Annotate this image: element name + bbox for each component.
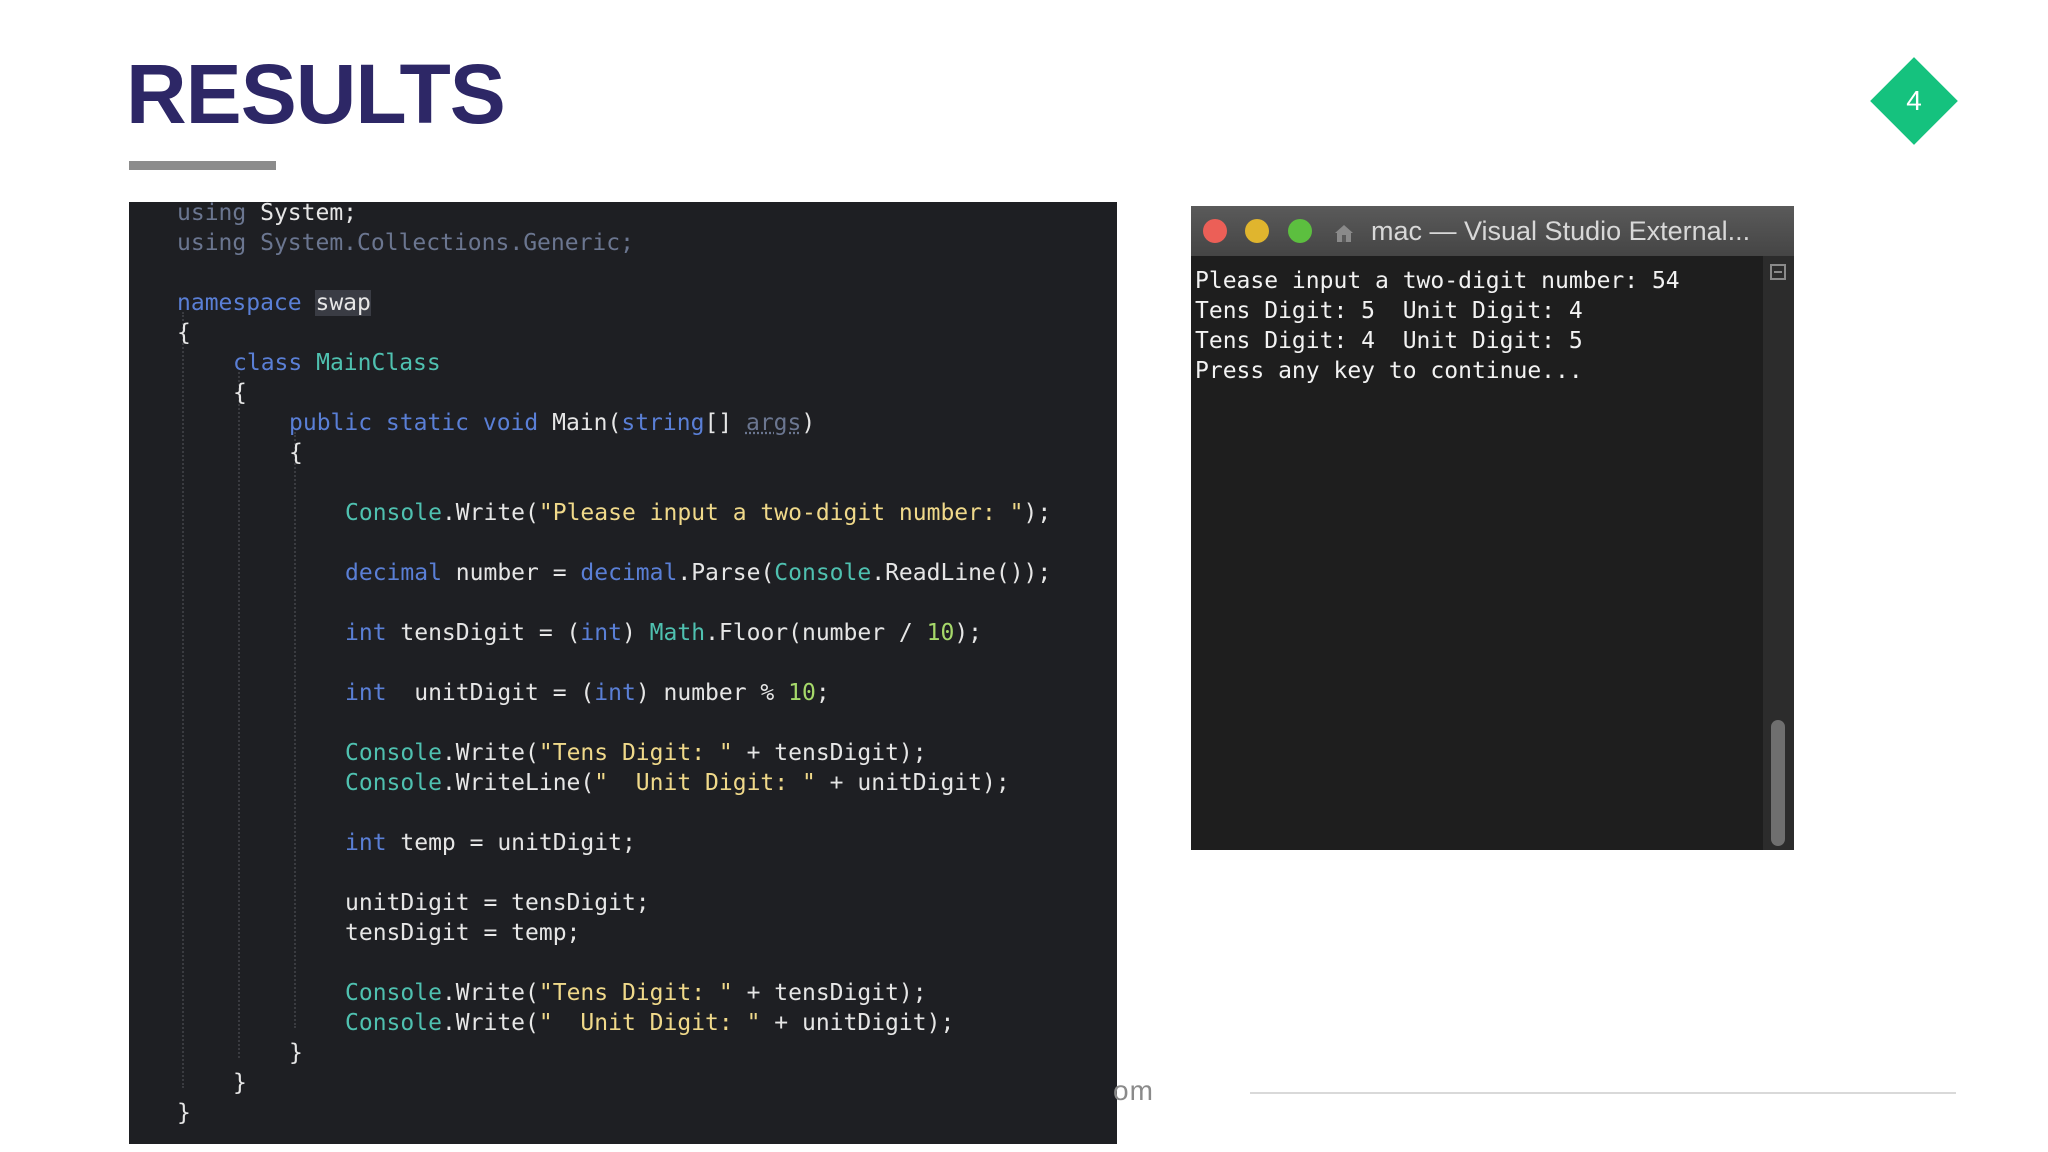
terminal-line: Please input a two-digit number: 54 (1195, 268, 1680, 294)
code-line: int tensDigit = (int) Math.Floor(number … (345, 620, 983, 646)
home-folder-icon (1335, 225, 1353, 242)
code-line: } (289, 1040, 303, 1066)
code-line: decimal number = decimal.Parse(Console.R… (345, 560, 1052, 586)
code-line: public static void Main(string[] args) (289, 410, 816, 436)
terminal-line: Tens Digit: 4 Unit Digit: 5 (1195, 328, 1583, 354)
indent-guide (294, 432, 296, 1028)
code-line: unitDigit = tensDigit; (345, 890, 650, 916)
indent-guide (238, 372, 240, 1058)
menu-icon[interactable] (1770, 264, 1786, 280)
title-underline (129, 161, 276, 170)
code-line: Console.Write("Please input a two-digit … (345, 500, 1052, 526)
terminal-line: Tens Digit: 5 Unit Digit: 4 (1195, 298, 1583, 324)
page-number: 4 (1906, 85, 1922, 116)
code-line: using System; (177, 202, 358, 226)
code-line: tensDigit = temp; (345, 920, 581, 946)
code-line: Console.Write("Tens Digit: " + tensDigit… (345, 740, 927, 766)
footer-divider (1250, 1092, 1956, 1094)
code-line: class MainClass (233, 350, 441, 376)
terminal-line: Press any key to continue... (1195, 358, 1583, 384)
code-line: Console.WriteLine(" Unit Digit: " + unit… (345, 770, 1010, 796)
code-line: { (289, 440, 303, 466)
zoom-button-icon[interactable] (1288, 219, 1312, 243)
code-line: Console.Write(" Unit Digit: " + unitDigi… (345, 1010, 955, 1036)
scrollbar-thumb[interactable] (1771, 720, 1785, 846)
code-editor-panel: using System; using System.Collections.G… (129, 202, 1117, 1144)
slide: RESULTS 4 using System; using System.Col… (0, 0, 2048, 1152)
slide-title: RESULTS (126, 47, 506, 141)
code-line: int temp = unitDigit; (345, 830, 636, 856)
code-line: } (233, 1070, 247, 1096)
close-button-icon[interactable] (1203, 219, 1227, 243)
terminal-window: mac — Visual Studio External... Please i… (1191, 206, 1794, 850)
terminal-titlebar[interactable]: mac — Visual Studio External... (1191, 206, 1794, 256)
code-line: { (177, 320, 191, 346)
code-line: namespace swap (177, 290, 371, 316)
code-line: int unitDigit = (int) number % 10; (345, 680, 830, 706)
code-line: { (233, 380, 247, 406)
code-line: } (177, 1100, 191, 1126)
footer-text: om (1113, 1075, 1154, 1106)
code-line: using System.Collections.Generic; (177, 230, 634, 256)
indent-guide (182, 312, 184, 1088)
terminal-output[interactable]: Please input a two-digit number: 54 Tens… (1191, 256, 1763, 850)
code-line: Console.Write("Tens Digit: " + tensDigit… (345, 980, 927, 1006)
terminal-scrollbar[interactable] (1763, 256, 1794, 850)
terminal-title: mac — Visual Studio External... (1371, 216, 1751, 246)
minimize-button-icon[interactable] (1245, 219, 1269, 243)
